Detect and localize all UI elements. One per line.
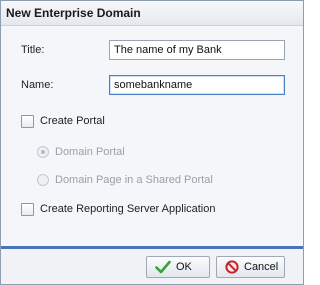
- title-input[interactable]: [109, 40, 285, 60]
- ok-button[interactable]: OK: [146, 256, 210, 278]
- dialog-footer: OK Cancel: [1, 249, 303, 284]
- cancel-button-label: Cancel: [244, 261, 279, 273]
- domain-portal-label: Domain Portal: [55, 146, 125, 158]
- name-label: Name:: [21, 79, 54, 91]
- dialog-title: New Enterprise Domain: [6, 6, 141, 20]
- new-enterprise-domain-dialog: New Enterprise Domain Title: Name: Creat…: [0, 0, 304, 285]
- checkmark-icon: [155, 260, 171, 274]
- create-portal-label: Create Portal: [40, 115, 105, 127]
- no-entry-icon: [225, 260, 239, 274]
- ok-button-label: OK: [176, 261, 192, 273]
- title-label: Title:: [21, 44, 45, 56]
- create-portal-checkbox[interactable]: [21, 115, 34, 128]
- create-reporting-checkbox[interactable]: [21, 203, 34, 216]
- create-reporting-label: Create Reporting Server Application: [40, 203, 216, 215]
- domain-page-label: Domain Page in a Shared Portal: [55, 174, 213, 186]
- domain-portal-radio[interactable]: [37, 146, 49, 158]
- domain-page-radio[interactable]: [37, 174, 49, 186]
- cancel-button[interactable]: Cancel: [216, 256, 285, 278]
- dialog-titlebar[interactable]: New Enterprise Domain: [1, 1, 303, 26]
- dialog-body: Title: Name: Create Portal Domain Portal…: [1, 26, 303, 245]
- name-input[interactable]: [109, 75, 285, 95]
